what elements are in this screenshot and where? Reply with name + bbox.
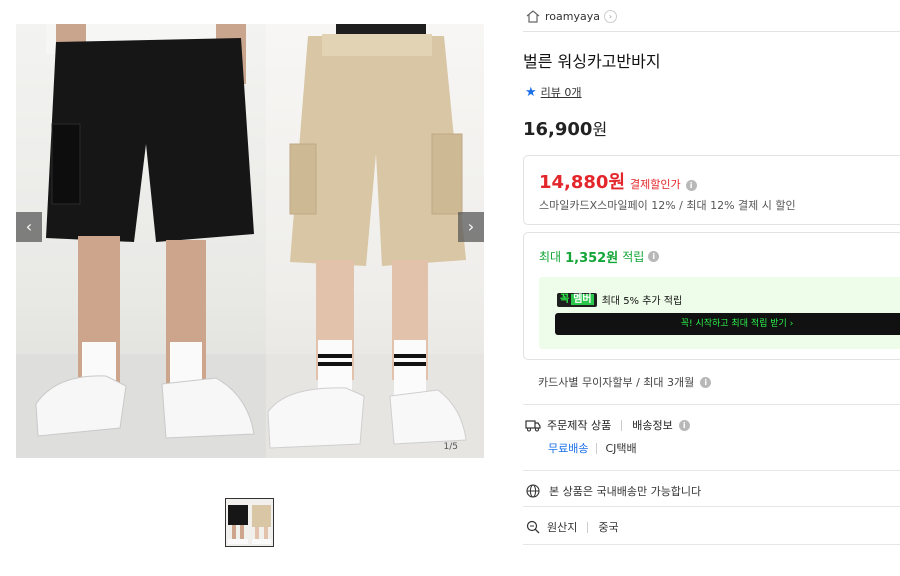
origin-label: 원산지	[547, 521, 578, 534]
chevron-right-icon: ›	[467, 217, 475, 236]
divider	[523, 470, 900, 471]
truck-icon	[525, 420, 541, 432]
product-photo-black-shorts	[16, 24, 266, 458]
membership-row: 꼭 멤버 최대 5% 추가 적립	[557, 292, 682, 307]
beige-shorts-illustration	[266, 24, 484, 458]
shipping-info-label: 배송정보	[632, 419, 673, 432]
shipping-fee: 무료배송	[548, 442, 589, 455]
origin-row: 원산지 중국	[525, 519, 619, 535]
separator	[596, 442, 598, 454]
installment-text: 카드사별 무이자할부 / 최대 3개월	[538, 376, 695, 389]
membership-start-button[interactable]: 꼭! 시작하고 최대 적립 받기 ›	[555, 313, 900, 335]
separator	[587, 521, 589, 533]
thumbnail-image	[226, 499, 273, 546]
membership-logo-badge: 멤버	[571, 293, 594, 305]
gallery-thumbnail[interactable]	[225, 498, 274, 547]
info-icon[interactable]: i	[700, 376, 712, 388]
made-to-order-label: 주문제작 상품	[547, 419, 612, 432]
star-icon: ★	[525, 84, 537, 100]
points-prefix: 최대	[539, 250, 562, 264]
home-icon	[526, 10, 540, 23]
membership-promo: 꼭멤버 최대 5% 추가 적립 84 꼭! 시작하고 최대 적립 받기 ›	[539, 277, 900, 349]
sale-price: 14,880원	[539, 172, 626, 193]
info-icon[interactable]: i	[648, 251, 660, 262]
currency-unit: 원	[592, 120, 608, 139]
globe-icon	[526, 484, 540, 498]
shipping-detail: 무료배송 CJ택배	[548, 440, 637, 456]
gallery-counter: 1/5	[443, 442, 458, 452]
review-summary: ★ 리뷰 0개	[525, 84, 582, 100]
info-icon[interactable]: i	[678, 419, 690, 431]
points-row: 최대 1,352원 적립 i	[539, 247, 660, 266]
domestic-note-text: 본 상품은 국내배송만 가능합니다	[549, 485, 702, 498]
original-price: 16,900원	[523, 116, 607, 140]
membership-logo: 꼭 멤버	[557, 292, 597, 307]
product-title: 벌른 워싱카고반바지	[523, 52, 661, 71]
gallery-prev-button[interactable]: ‹	[16, 212, 42, 242]
domestic-shipping-note: 본 상품은 국내배송만 가능합니다	[525, 483, 701, 499]
divider	[523, 506, 900, 507]
membership-benefit: 최대 5% 추가 적립	[601, 296, 683, 307]
points-box: 최대 1,352원 적립 i 꼭멤버 최대 5% 추가 적립 84 꼭! 시작하…	[523, 232, 900, 360]
installment-info: 카드사별 무이자할부 / 최대 3개월 i	[538, 374, 712, 390]
points-suffix: 적립	[622, 250, 645, 264]
sale-price-row: 14,880원 결제할인가 i	[539, 168, 697, 194]
separator	[621, 419, 623, 431]
sale-detail: 스마일카드X스마일페이 12% / 최대 12% 결제 시 할인	[539, 199, 796, 212]
divider	[523, 31, 900, 32]
shipping-row: 주문제작 상품 배송정보 i	[525, 417, 690, 433]
product-image-gallery: ‹ › 1/5	[16, 24, 484, 458]
seller-name: roamyaya	[545, 9, 600, 23]
chevron-left-icon: ‹	[25, 217, 33, 236]
black-shorts-illustration	[16, 24, 266, 458]
origin-value: 중국	[598, 521, 619, 534]
seller-link[interactable]: roamyaya ›	[525, 9, 617, 23]
discount-price-box: 14,880원 결제할인가 i 스마일카드X스마일페이 12% / 최대 12%…	[523, 155, 900, 225]
shipping-carrier: CJ택배	[605, 442, 637, 455]
review-count-link[interactable]: 리뷰 0개	[541, 84, 582, 100]
divider	[523, 544, 900, 545]
product-info-panel: roamyaya › 벌른 워싱카고반바지 ★ 리뷰 0개 16,900원 14…	[523, 0, 900, 576]
points-amount: 1,352원	[565, 251, 619, 266]
gallery-next-button[interactable]: ›	[458, 212, 484, 242]
chevron-right-icon: ›	[603, 9, 617, 23]
search-icon	[526, 520, 540, 534]
membership-logo-text: 꼭	[560, 293, 570, 305]
product-photo-beige-shorts	[266, 24, 484, 458]
info-icon[interactable]: i	[685, 180, 697, 191]
original-price-value: 16,900	[523, 119, 593, 140]
sale-price-tag: 결제할인가	[630, 178, 681, 191]
divider	[523, 404, 900, 405]
